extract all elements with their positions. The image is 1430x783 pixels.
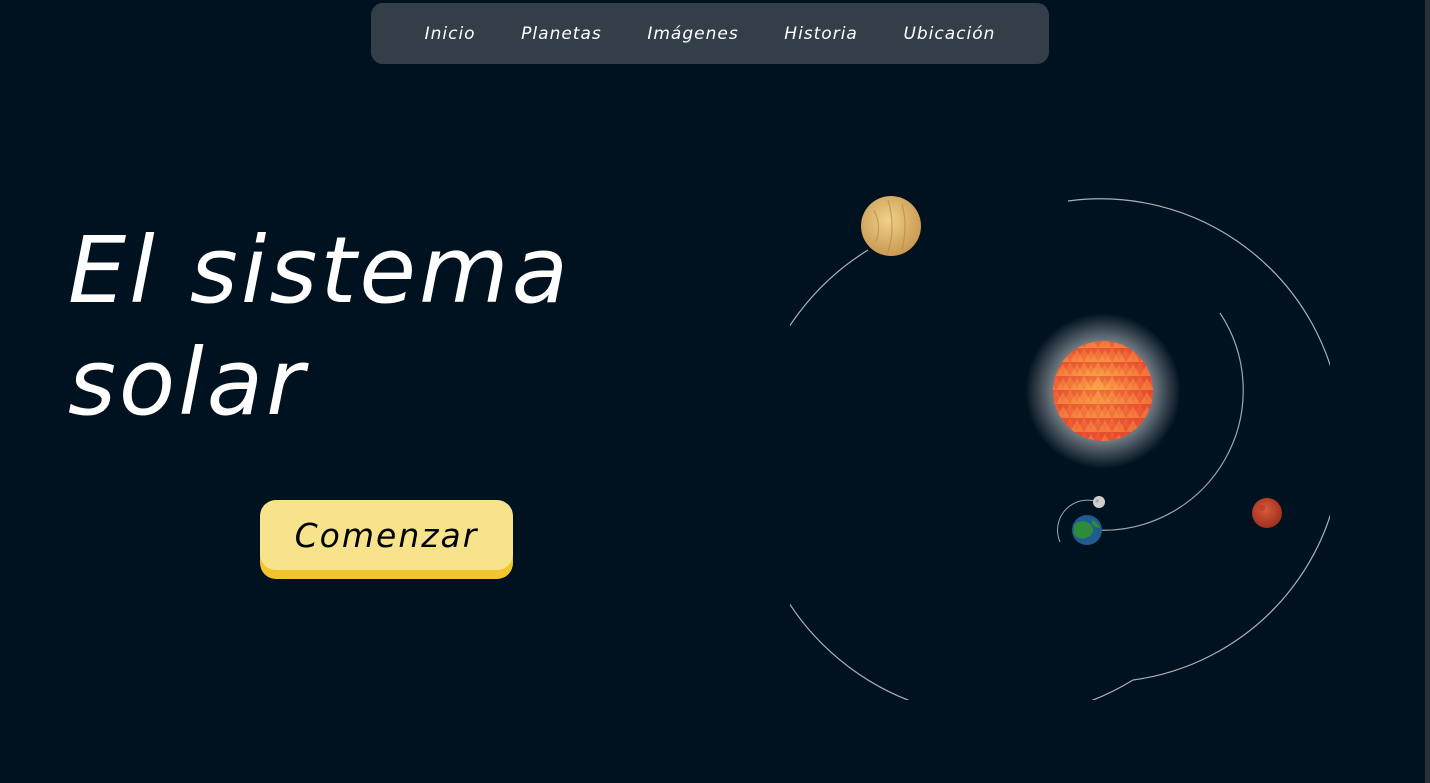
hero-title-line-1: El sistema [68,217,572,324]
nav-item-ubicacion[interactable]: Ubicación [903,24,995,44]
nav-item-imagenes[interactable]: Imágenes [647,24,738,44]
mars-icon [1252,498,1282,528]
start-button[interactable]: Comenzar [260,500,513,570]
nav-item-planetas[interactable]: Planetas [521,24,602,44]
sun-icon [1053,341,1153,441]
nav-item-inicio[interactable]: Inicio [425,24,476,44]
solar-system-illustration [790,196,1330,700]
nav-item-historia[interactable]: Historia [784,24,858,44]
main-nav: Inicio Planetas Imágenes Historia Ubicac… [371,3,1049,64]
hero-title-line-2: solar [68,329,307,436]
hero-title: El sistema solar [68,215,768,439]
earth-icon [1072,515,1102,545]
venus-icon [861,196,921,256]
scrollbar-edge [1425,0,1430,783]
moon-icon [1093,496,1105,508]
page: Inicio Planetas Imágenes Historia Ubicac… [0,0,1430,783]
